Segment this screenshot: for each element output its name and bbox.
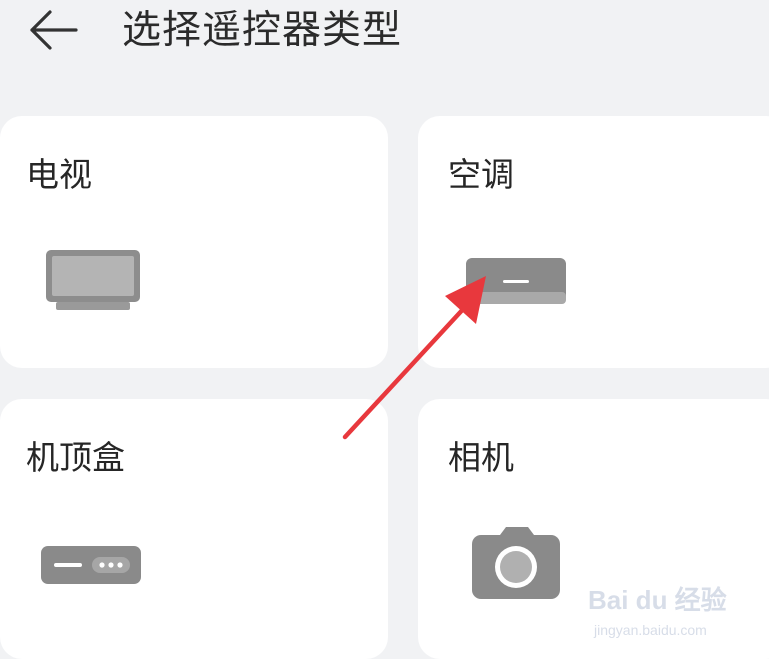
watermark-url: jingyan.baidu.com [594,622,707,638]
card-label-set-top-box: 机顶盒 [26,438,125,477]
card-label-ac: 空调 [448,155,514,194]
camera-icon [472,527,560,599]
air-conditioner-icon [466,258,566,304]
card-label-tv: 电视 [26,155,92,194]
card-label-camera: 相机 [448,438,514,477]
back-button[interactable] [26,8,80,52]
remote-type-card-ac[interactable]: 空调 [418,116,769,368]
header-bar: 选择遥控器类型 [0,0,769,90]
remote-type-card-set-top-box[interactable]: 机顶盒 [0,399,388,659]
set-top-box-icon [41,546,141,584]
arrow-left-icon [30,10,78,50]
tv-icon [46,250,140,310]
remote-type-card-tv[interactable]: 电视 [0,116,388,368]
baidu-jingyan-watermark: Bai du 经验 jingyan.baidu.com [588,578,758,648]
page-title: 选择遥控器类型 [122,8,403,53]
watermark-brand: Bai du 经验 [588,585,727,615]
